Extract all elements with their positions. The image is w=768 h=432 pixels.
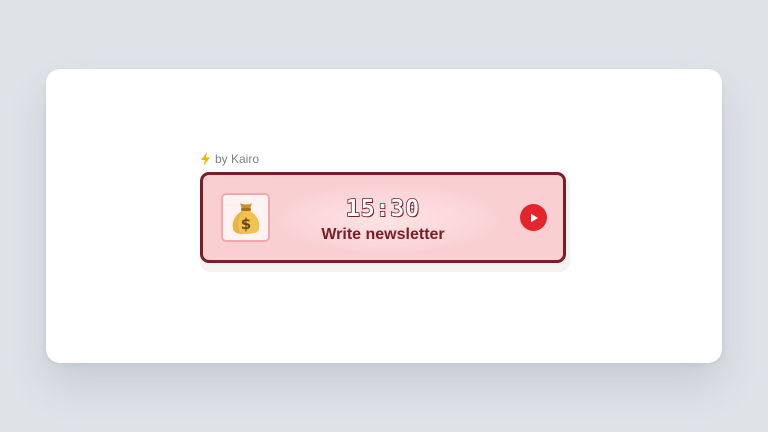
play-button[interactable]	[520, 204, 547, 231]
timer-widget: $ 15:30 Write newsletter	[200, 172, 566, 263]
byline-text: by Kairo	[215, 152, 260, 166]
play-icon	[530, 213, 538, 222]
task-icon-tile: $	[221, 193, 270, 242]
timer-display: 15:30	[345, 195, 421, 223]
task-label: Write newsletter	[321, 226, 445, 243]
author-byline[interactable]: by Kairo	[200, 151, 259, 167]
money-bag-icon: $	[232, 202, 259, 234]
lightning-bolt-icon	[201, 152, 210, 166]
svg-text:$: $	[240, 215, 250, 233]
